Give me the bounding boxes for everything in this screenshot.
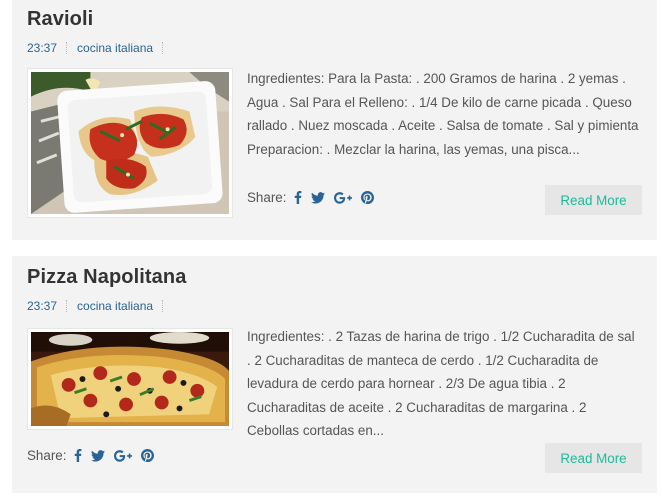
google-plus-icon[interactable] xyxy=(334,191,353,204)
share-bar: Share: xyxy=(247,190,383,205)
post-thumbnail[interactable] xyxy=(27,68,233,218)
read-more-button[interactable]: Read More xyxy=(545,443,642,473)
pinterest-icon[interactable] xyxy=(141,449,155,462)
facebook-icon[interactable] xyxy=(294,191,302,204)
post-title[interactable]: Pizza Napolitana xyxy=(27,266,186,289)
share-label: Share: xyxy=(247,190,287,205)
read-more-button[interactable]: Read More xyxy=(545,185,642,215)
google-plus-icon[interactable] xyxy=(114,449,133,462)
post-time: 23:37 xyxy=(27,41,58,55)
pinterest-icon[interactable] xyxy=(361,191,375,204)
post-category-link[interactable]: cocina italiana xyxy=(77,299,153,313)
twitter-icon[interactable] xyxy=(311,191,326,204)
meta-divider xyxy=(66,42,68,54)
meta-divider xyxy=(162,300,164,312)
post-meta: 23:37 cocina italiana xyxy=(27,41,173,55)
post-card: Pizza Napolitana 23:37 cocina italiana I… xyxy=(12,256,657,493)
post-meta: 23:37 cocina italiana xyxy=(27,299,173,313)
pizza-image xyxy=(31,332,229,426)
post-title[interactable]: Ravioli xyxy=(27,8,93,31)
ravioli-image xyxy=(31,72,229,214)
facebook-icon[interactable] xyxy=(74,449,82,462)
post-card: Ravioli 23:37 cocina italiana Ingredient… xyxy=(12,0,657,240)
twitter-icon[interactable] xyxy=(91,449,106,462)
post-category-link[interactable]: cocina italiana xyxy=(77,41,153,55)
meta-divider xyxy=(66,300,68,312)
share-bar: Share: xyxy=(27,448,163,463)
post-excerpt: Ingredientes: . 2 Tazas de harina de tri… xyxy=(247,329,635,439)
share-label: Share: xyxy=(27,448,67,463)
post-thumbnail[interactable] xyxy=(27,328,233,430)
meta-divider xyxy=(162,42,164,54)
post-excerpt: Ingredientes: Para la Pasta: . 200 Gramo… xyxy=(247,71,639,157)
post-time: 23:37 xyxy=(27,299,58,313)
